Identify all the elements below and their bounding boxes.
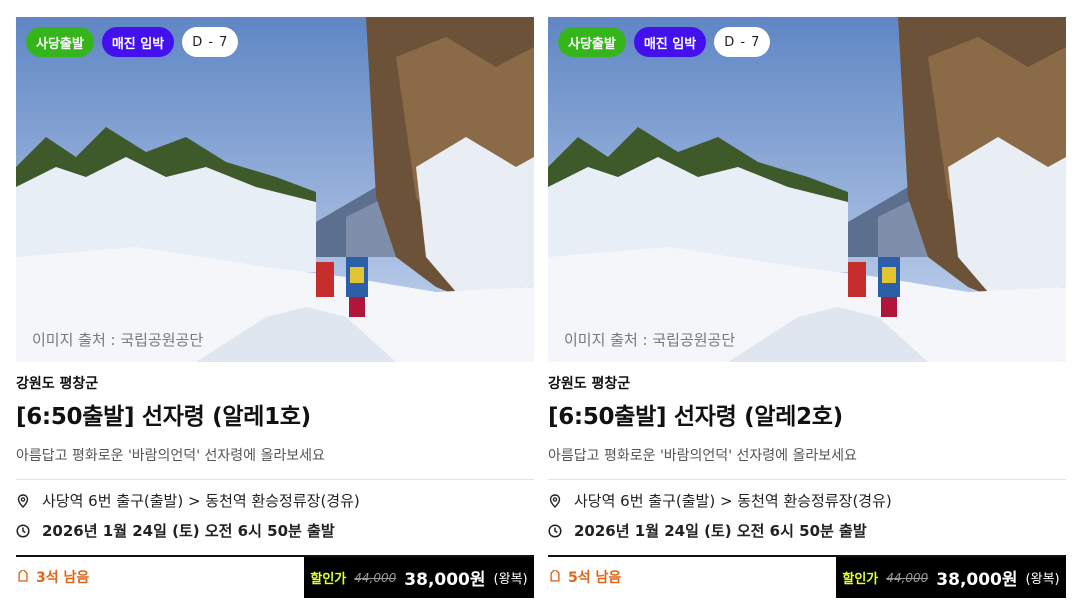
departure-info: 2026년 1월 24일 (토) 오전 6시 50분 출발: [16, 520, 335, 541]
card-footer: 3석 남음 할인가 44,000 38,000원 (왕복): [16, 555, 534, 598]
price-label: 할인가: [842, 572, 879, 587]
product-grid: 사당출발 매진 임박 D - 7 이미지 출처 : 국립공원공단 강원도 평창군…: [0, 0, 1081, 607]
tour-title[interactable]: [6:50출발] 선자령 (알레2호): [548, 397, 843, 431]
tag-icon: [18, 570, 28, 582]
seats-text: 5석 남음: [568, 570, 622, 586]
tour-description: 아름답고 평화로운 '바람의언덕' 선자령에 올라보세요: [16, 448, 325, 464]
seats-text: 3석 남음: [36, 570, 90, 586]
trip-type: (왕복): [1025, 572, 1060, 587]
divider: [548, 479, 1066, 480]
tour-photo[interactable]: 사당출발 매진 임박 D - 7 이미지 출처 : 국립공원공단: [548, 17, 1066, 362]
price-box: 할인가 44,000 38,000원 (왕복): [836, 557, 1066, 598]
region-label: 강원도 평창군: [16, 376, 99, 392]
tour-photo[interactable]: 사당출발 매진 임박 D - 7 이미지 출처 : 국립공원공단: [16, 17, 534, 362]
location-pin-icon: [549, 493, 561, 508]
badge-dday: D - 7: [182, 27, 239, 57]
price-label: 할인가: [310, 572, 347, 587]
clock-icon: [548, 523, 562, 538]
trip-type: (왕복): [493, 572, 528, 587]
badge-group: 사당출발 매진 임박 D - 7: [26, 27, 239, 57]
badge-departure: 사당출발: [558, 27, 626, 57]
tour-description: 아름답고 평화로운 '바람의언덕' 선자령에 올라보세요: [548, 448, 857, 464]
card-footer: 5석 남음 할인가 44,000 38,000원 (왕복): [548, 555, 1066, 598]
original-price: 44,000: [886, 570, 929, 585]
sale-price: 38,000원: [936, 570, 1018, 590]
tour-card[interactable]: 사당출발 매진 임박 D - 7 이미지 출처 : 국립공원공단 강원도 평창군…: [16, 17, 534, 607]
seats-remaining: 3석 남음: [16, 567, 89, 587]
seats-remaining: 5석 남음: [548, 567, 621, 587]
departure-info: 2026년 1월 24일 (토) 오전 6시 50분 출발: [548, 520, 867, 541]
region-label: 강원도 평창군: [548, 376, 631, 392]
route-info: 사당역 6번 출구(출발) > 동천역 환승정류장(경유): [548, 490, 892, 511]
tour-card[interactable]: 사당출발 매진 임박 D - 7 이미지 출처 : 국립공원공단 강원도 평창군…: [548, 17, 1066, 607]
badge-departure: 사당출발: [26, 27, 94, 57]
route-text: 사당역 6번 출구(출발) > 동천역 환승정류장(경유): [574, 492, 892, 510]
departure-text: 2026년 1월 24일 (토) 오전 6시 50분 출발: [574, 522, 867, 540]
original-price: 44,000: [354, 570, 397, 585]
badge-group: 사당출발 매진 임박 D - 7: [558, 27, 771, 57]
snow-hiking-photo: [16, 17, 534, 362]
badge-soldout-soon: 매진 임박: [101, 27, 175, 57]
badge-dday: D - 7: [714, 27, 771, 57]
price-box: 할인가 44,000 38,000원 (왕복): [304, 557, 534, 598]
sale-price: 38,000원: [404, 570, 486, 590]
tour-title[interactable]: [6:50출발] 선자령 (알레1호): [16, 397, 311, 431]
route-text: 사당역 6번 출구(출발) > 동천역 환승정류장(경유): [42, 492, 360, 510]
location-pin-icon: [17, 493, 29, 508]
badge-soldout-soon: 매진 임박: [633, 27, 707, 57]
tag-icon: [550, 570, 560, 582]
clock-icon: [16, 523, 30, 538]
image-credit: 이미지 출처 : 국립공원공단: [564, 331, 736, 349]
departure-text: 2026년 1월 24일 (토) 오전 6시 50분 출발: [42, 522, 335, 540]
divider: [16, 479, 534, 480]
image-credit: 이미지 출처 : 국립공원공단: [32, 331, 204, 349]
route-info: 사당역 6번 출구(출발) > 동천역 환승정류장(경유): [16, 490, 360, 511]
snow-hiking-photo: [548, 17, 1066, 362]
